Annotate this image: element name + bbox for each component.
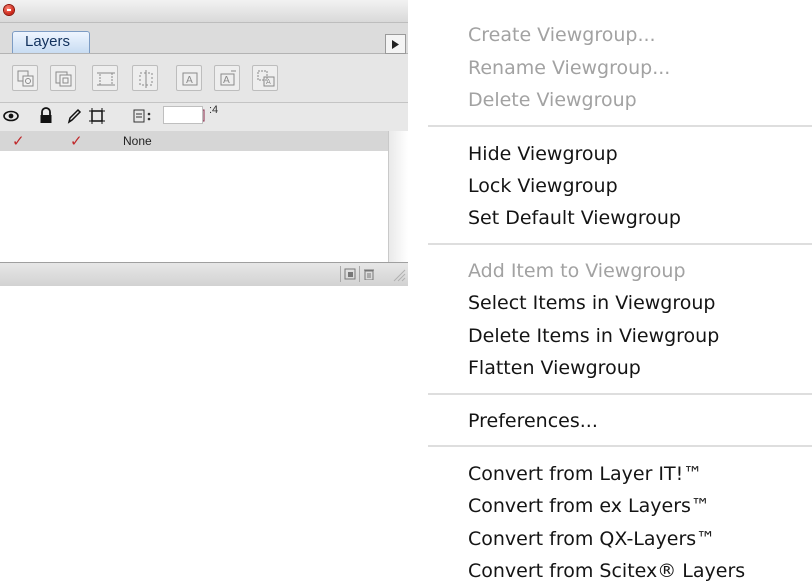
menu-item-add-item-to-viewgroup: Add Item to Viewgroup <box>468 260 686 282</box>
layer-stack-icon <box>133 109 151 123</box>
new-layer-button[interactable] <box>340 266 358 282</box>
merge-layers-button[interactable] <box>12 65 38 91</box>
layers-palette: Layers A A A:4 ✓ ✓ None <box>0 0 408 286</box>
menu-item-convert-ex-layers[interactable]: Convert from ex Layers™ <box>468 494 710 518</box>
menu-item-set-default-viewgroup[interactable]: Set Default Viewgroup <box>468 206 681 230</box>
visible-check-icon[interactable]: ✓ <box>12 132 25 150</box>
text-frame-icon: A <box>182 72 198 86</box>
trash-icon <box>364 269 374 280</box>
select-frame-button[interactable] <box>92 65 118 91</box>
menu-item-preferences[interactable]: Preferences... <box>468 409 598 433</box>
menu-item-delete-items-in-viewgroup[interactable]: Delete Items in Viewgroup <box>468 324 719 348</box>
palette-tabbar: Layers <box>0 23 408 54</box>
frame-select-icon <box>97 72 115 86</box>
menu-item-convert-qx-layers[interactable]: Convert from QX-Layers™ <box>468 527 715 551</box>
lock-icon[interactable] <box>38 107 54 125</box>
layer-row[interactable]: ✓ ✓ None <box>0 131 388 151</box>
layer-name: None <box>123 134 152 148</box>
printable-check-icon[interactable]: ✓ <box>70 132 83 150</box>
pencil-icon[interactable] <box>66 107 82 125</box>
arrange-frames-button[interactable]: A <box>252 65 278 91</box>
merge-layers-icon <box>17 70 34 87</box>
menu-item-lock-viewgroup[interactable]: Lock Viewgroup <box>468 174 618 198</box>
menu-item-convert-layer-it[interactable]: Convert from Layer IT!™ <box>468 462 702 486</box>
palette-titlebar[interactable] <box>0 0 408 23</box>
menu-item-create-viewgroup: Create Viewgroup... <box>468 24 656 46</box>
layer-number-field[interactable] <box>163 106 203 124</box>
viewgroup-context-menu: Create Viewgroup... Rename Viewgroup... … <box>428 0 812 587</box>
menu-item-rename-viewgroup: Rename Viewgroup... <box>468 57 671 79</box>
frame-dashed-icon <box>139 70 153 88</box>
eye-icon[interactable] <box>2 107 20 125</box>
tab-layers[interactable]: Layers <box>12 31 90 53</box>
menu-item-convert-scitex-layers[interactable]: Convert from Scitex® Layers <box>468 559 745 583</box>
menu-separator <box>428 125 812 127</box>
menu-separator <box>428 243 812 245</box>
close-icon[interactable] <box>4 5 14 15</box>
menu-item-hide-viewgroup[interactable]: Hide Viewgroup <box>468 142 618 166</box>
delete-layer-button[interactable] <box>359 266 377 282</box>
text-layer-alt-button[interactable]: A <box>214 65 240 91</box>
menu-item-select-items-in-viewgroup[interactable]: Select Items in Viewgroup <box>468 291 715 315</box>
menu-item-delete-viewgroup: Delete Viewgroup <box>468 89 637 111</box>
layer-list: ✓ ✓ None <box>0 131 388 262</box>
frames-arrange-icon: A <box>257 70 275 87</box>
svg-text:A: A <box>266 78 271 86</box>
layer-column-header <box>0 102 408 132</box>
text-frame-plus-icon: A <box>220 70 236 86</box>
duplicate-layer-button[interactable] <box>50 65 76 91</box>
svg-text:A: A <box>223 75 230 86</box>
menu-item-flatten-viewgroup[interactable]: Flatten Viewgroup <box>468 356 641 380</box>
layers-toolbar: A A A <box>0 61 408 97</box>
new-layer-icon <box>344 268 356 280</box>
svg-text:A: A <box>186 75 193 86</box>
duplicate-layer-icon <box>55 71 72 87</box>
palette-menu-button[interactable] <box>385 34 406 54</box>
menu-separator <box>428 393 812 395</box>
resize-grip-icon[interactable] <box>392 268 406 282</box>
frame-icon[interactable] <box>88 107 106 125</box>
palette-bottom-bar <box>0 262 408 286</box>
text-layer-button[interactable]: A <box>176 65 202 91</box>
layer-list-scrollbar[interactable] <box>388 131 408 262</box>
deselect-frame-button[interactable] <box>132 65 158 91</box>
triangle-right-icon <box>392 40 399 49</box>
item-count-label: :4 <box>209 104 219 116</box>
menu-separator <box>428 445 812 447</box>
